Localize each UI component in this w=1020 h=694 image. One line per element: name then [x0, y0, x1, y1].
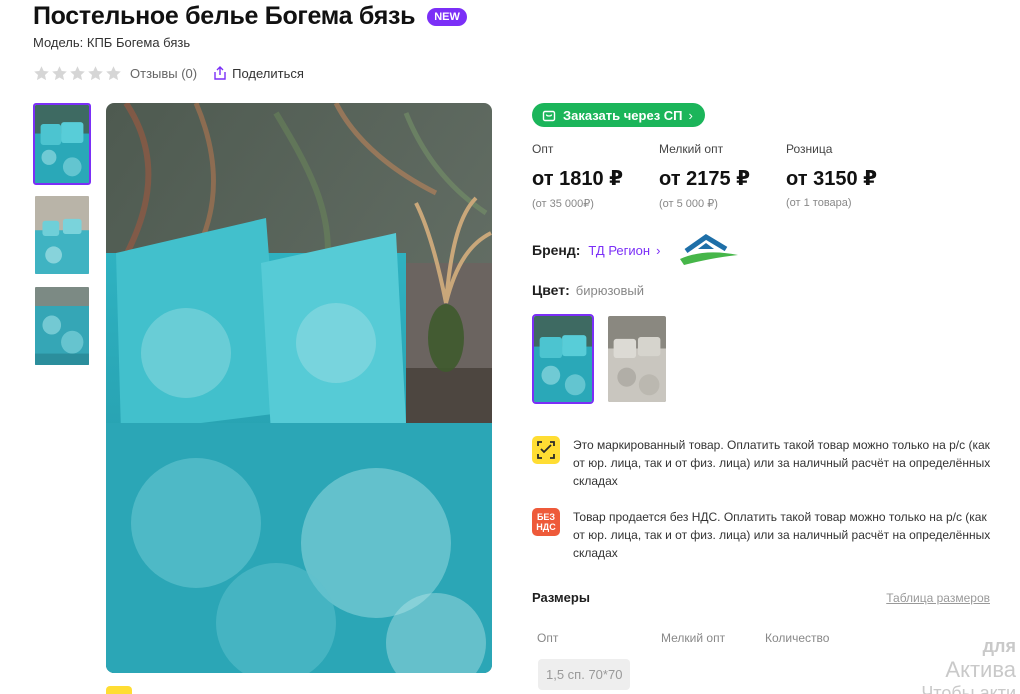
price-value: от 2175 ₽	[659, 168, 751, 190]
color-value: бирюзовый	[575, 283, 645, 298]
share-button[interactable]: Поделиться	[213, 66, 304, 81]
price-list: Опт от 1810 ₽ (от 35 000₽) Мелкий опт от…	[532, 142, 1002, 210]
sizes-header: Размеры Таблица размеров	[532, 590, 1002, 605]
price-minimum: (от 5 000 ₽)	[659, 198, 718, 210]
order-sp-label: Заказать через СП	[563, 107, 683, 123]
marking-icon-partial	[106, 686, 132, 694]
page-title: Постельное белье Богема бязь	[33, 2, 416, 30]
title-row: Постельное белье Богема бязь NEW	[33, 2, 467, 31]
reviews-link[interactable]: Отзывы (0)	[130, 66, 197, 81]
product-photo	[106, 103, 492, 673]
price-small-opt: Мелкий опт от 2175 ₽ (от 5 000 ₽)	[659, 142, 786, 210]
thumbnail-1[interactable]	[33, 103, 91, 185]
column-small-opt: Мелкий опт	[661, 631, 726, 645]
share-icon	[214, 65, 226, 80]
star-icon	[70, 65, 85, 80]
no-vat-notice-text: Товар продается без НДС. Оплатить такой …	[573, 510, 991, 560]
column-quantity: Количество	[765, 631, 830, 645]
price-minimum: (от 1 товара)	[786, 197, 852, 209]
color-label: Цвет:	[532, 282, 570, 298]
price-opt: Опт от 1810 ₽ (от 35 000₽)	[532, 142, 659, 210]
model-label: Модель: КПБ Богема бязь	[33, 35, 191, 50]
star-icon	[106, 65, 121, 80]
brand-row: Бренд: ТД Регион ›	[532, 232, 1002, 268]
marking-icon	[532, 436, 560, 464]
thumbnail-image	[35, 287, 89, 365]
color-swatches	[532, 314, 1002, 404]
sizes-title: Размеры	[532, 590, 590, 605]
brand-link[interactable]: ТД Регион	[588, 243, 650, 258]
color-row: Цвет: бирюзовый	[532, 282, 1002, 298]
brand-logo[interactable]	[678, 233, 740, 267]
chevron-right-icon: ›	[688, 107, 693, 123]
new-badge: NEW	[427, 7, 467, 26]
price-value: от 1810 ₽	[532, 168, 624, 190]
sizes-columns: Опт Мелкий опт Количество	[532, 631, 1002, 645]
swatch-image	[608, 316, 666, 402]
star-icon	[52, 65, 67, 80]
swatch-image	[534, 316, 592, 402]
star-icon	[88, 65, 103, 80]
product-info: Заказать через СП › Опт от 1810 ₽ (от 35…	[532, 103, 1002, 690]
rating-stars	[33, 65, 122, 82]
price-label: Опт	[532, 142, 554, 156]
main-product-image[interactable]	[106, 103, 492, 673]
price-value: от 3150 ₽	[786, 168, 878, 190]
no-vat-icon-text: БЕЗ НДС	[536, 512, 556, 532]
share-label: Поделиться	[232, 65, 304, 81]
size-option[interactable]: 1,5 сп. 70*70	[538, 659, 631, 690]
no-vat-notice: БЕЗ НДС Товар продается без НДС. Оплатит…	[532, 508, 1002, 562]
chevron-right-icon: ›	[656, 242, 661, 258]
thumbnail-image	[35, 105, 89, 183]
price-label: Розница	[786, 142, 833, 156]
thumbnail-3[interactable]	[33, 285, 91, 367]
column-opt: Опт	[537, 631, 559, 645]
star-icon	[34, 65, 49, 80]
size-table-link[interactable]: Таблица размеров	[886, 591, 990, 605]
bag-icon	[542, 110, 556, 122]
price-retail: Розница от 3150 ₽ (от 1 товара)	[786, 142, 913, 210]
thumbnail-image	[35, 196, 89, 274]
marking-notice: Это маркированный товар. Оплатить такой …	[532, 436, 1002, 490]
order-sp-button[interactable]: Заказать через СП ›	[532, 103, 705, 127]
price-label: Мелкий опт	[659, 142, 724, 156]
price-minimum: (от 35 000₽)	[532, 198, 594, 210]
no-vat-icon: БЕЗ НДС	[532, 508, 560, 536]
rating-row: Отзывы (0) Поделиться	[33, 63, 304, 83]
marking-notice-text: Это маркированный товар. Оплатить такой …	[573, 438, 991, 488]
color-swatch-grey[interactable]	[606, 314, 668, 404]
thumbnail-2[interactable]	[33, 194, 91, 276]
brand-label: Бренд:	[532, 242, 581, 258]
color-swatch-turquoise[interactable]	[532, 314, 594, 404]
thumbnail-list	[33, 103, 93, 376]
